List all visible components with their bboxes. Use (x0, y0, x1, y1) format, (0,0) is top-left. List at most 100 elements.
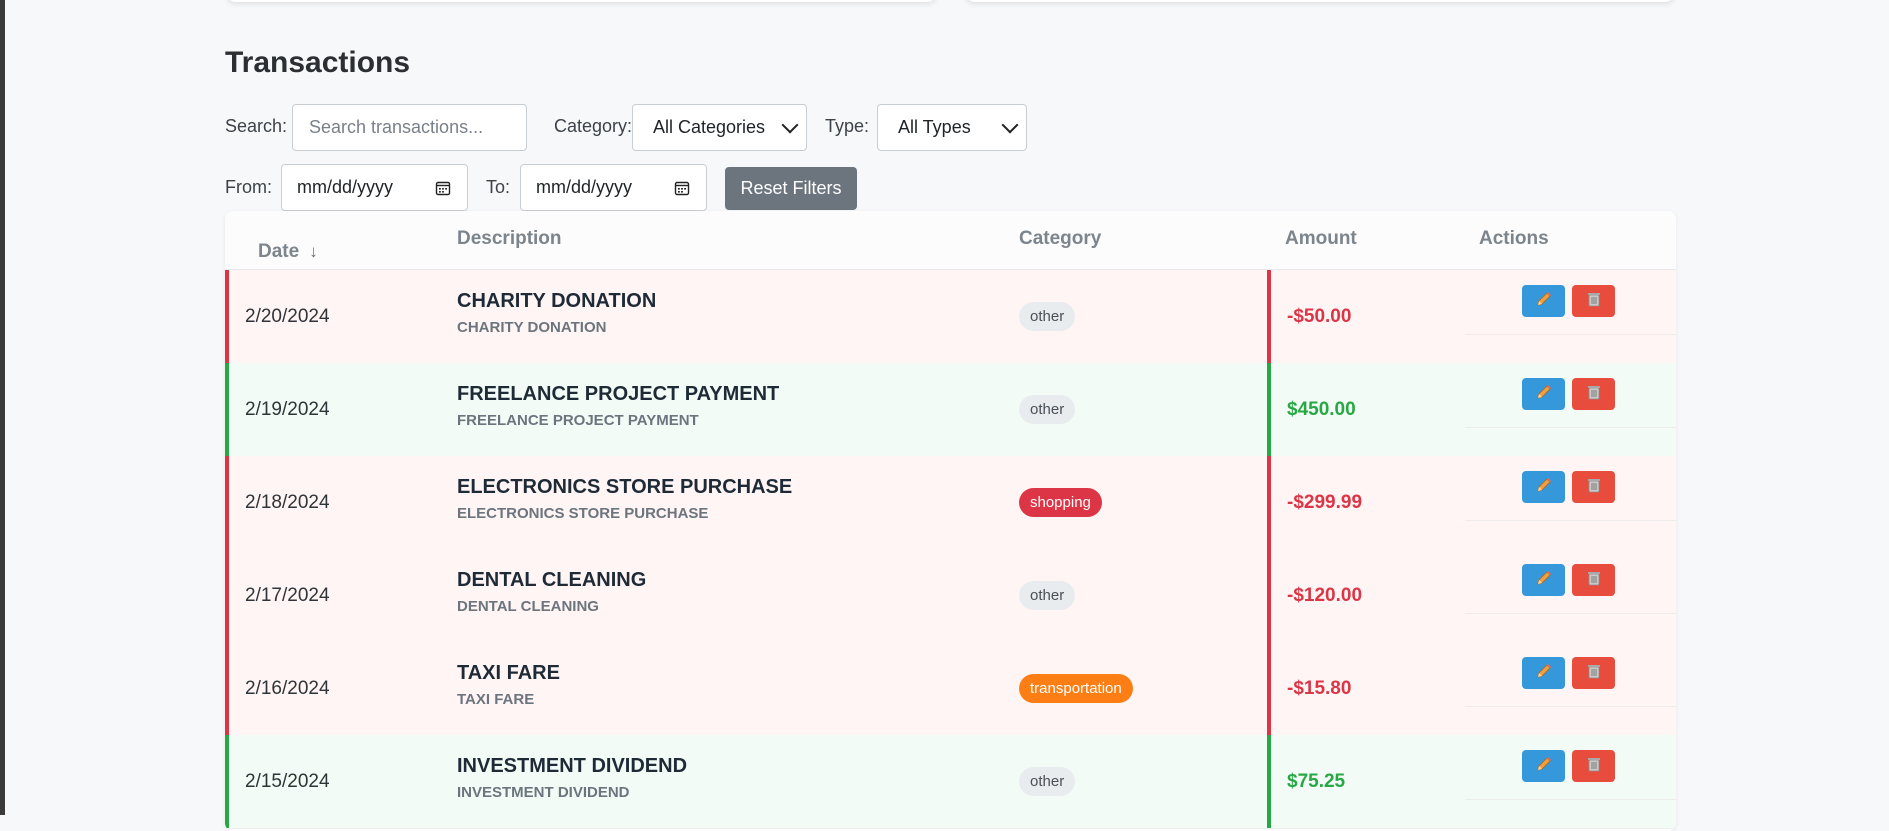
column-header-actions: Actions (1479, 228, 1549, 249)
amount-indicator (1267, 456, 1271, 549)
sort-descending-icon: ↓ (309, 241, 318, 261)
cell-amount: $450.00 (1287, 399, 1356, 420)
edit-button[interactable] (1522, 378, 1565, 410)
cell-description: FREELANCE PROJECT PAYMENT (457, 383, 780, 405)
row-type-indicator (225, 270, 229, 363)
category-badge: other (1019, 395, 1076, 424)
chevron-down-icon (781, 116, 799, 133)
pencil-icon (1535, 662, 1553, 685)
type-select-value: All Types (898, 117, 971, 137)
chevron-down-icon (1001, 116, 1019, 133)
amount-indicator (1267, 270, 1271, 363)
search-label: Search: (225, 116, 288, 136)
delete-button[interactable] (1572, 285, 1615, 317)
column-header-amount[interactable]: Amount (1285, 228, 1357, 250)
amount-indicator (1267, 363, 1271, 456)
category-badge: shopping (1019, 488, 1102, 517)
edit-button[interactable] (1522, 285, 1565, 317)
actions-divider (1465, 334, 1676, 335)
reset-filters-button[interactable]: Reset Filters (725, 167, 857, 210)
from-date-value: mm/dd/yyyy (297, 177, 394, 197)
table-header: Date ↓ Description Category Amount Action… (225, 211, 1676, 270)
cell-description-secondary: TAXI FARE (457, 691, 535, 708)
cell-amount: -$15.80 (1287, 678, 1352, 699)
cell-date: 2/17/2024 (245, 585, 330, 606)
cell-amount: -$50.00 (1287, 306, 1352, 327)
delete-button[interactable] (1572, 750, 1615, 782)
category-badge: transportation (1019, 674, 1133, 703)
amount-indicator (1267, 549, 1271, 642)
edit-button[interactable] (1522, 564, 1565, 596)
category-select-value: All Categories (653, 117, 766, 137)
trash-icon (1585, 290, 1603, 313)
table-row: 2/18/2024 ELECTRONICS STORE PURCHASE ELECT… (225, 456, 1676, 550)
row-type-indicator (225, 735, 229, 828)
actions-divider (1465, 520, 1676, 521)
summary-card-right (965, 0, 1675, 2)
cell-description: CHARITY DONATION (457, 290, 657, 312)
cell-description-secondary: CHARITY DONATION (457, 319, 607, 336)
actions-divider (1465, 613, 1676, 614)
category-badge: other (1019, 767, 1076, 796)
type-label: Type: (825, 116, 870, 136)
calendar-icon[interactable] (674, 180, 690, 196)
transactions-table: Date ↓ Description Category Amount Action… (225, 211, 1676, 831)
type-select[interactable]: All Types (877, 104, 1027, 151)
actions-divider (1465, 706, 1676, 707)
category-label: Category: (554, 116, 633, 136)
edit-button[interactable] (1522, 657, 1565, 689)
cell-date: 2/20/2024 (245, 306, 330, 327)
row-type-indicator (225, 549, 229, 642)
cell-date: 2/18/2024 (245, 492, 330, 513)
cell-date: 2/15/2024 (245, 771, 330, 792)
cell-description-secondary: ELECTRONICS STORE PURCHASE (457, 505, 709, 522)
table-row: 2/20/2024 CHARITY DONATION CHARITY DONATIO… (225, 270, 1676, 364)
table-row: 2/19/2024 FREELANCE PROJECT PAYMENT FREELA… (225, 363, 1676, 457)
trash-icon (1585, 383, 1603, 406)
cell-amount: -$299.99 (1287, 492, 1363, 513)
window-edge (0, 0, 5, 815)
actions-divider (1465, 427, 1676, 428)
cell-description: ELECTRONICS STORE PURCHASE (457, 476, 793, 498)
amount-indicator (1267, 735, 1271, 828)
row-type-indicator (225, 363, 229, 456)
calendar-icon[interactable] (435, 180, 451, 196)
delete-button[interactable] (1572, 471, 1615, 503)
category-badge: other (1019, 581, 1076, 610)
pencil-icon (1535, 383, 1553, 406)
trash-icon (1585, 662, 1603, 685)
delete-button[interactable] (1572, 657, 1615, 689)
summary-card-left (226, 0, 937, 2)
to-date-value: mm/dd/yyyy (536, 177, 633, 197)
trash-icon (1585, 476, 1603, 499)
pencil-icon (1535, 569, 1553, 592)
section-title: Transactions (225, 46, 411, 79)
edit-button[interactable] (1522, 750, 1565, 782)
pencil-icon (1535, 290, 1553, 313)
to-label: To: (486, 177, 511, 197)
cell-amount: -$120.00 (1287, 585, 1363, 606)
column-header-category[interactable]: Category (1019, 228, 1101, 250)
trash-icon (1585, 755, 1603, 778)
cell-description-secondary: DENTAL CLEANING (457, 598, 599, 615)
actions-divider (1465, 799, 1676, 800)
category-badge: other (1019, 302, 1076, 331)
cell-description: INVESTMENT DIVIDEND (457, 755, 688, 777)
column-header-description[interactable]: Description (457, 228, 562, 250)
column-header-date[interactable]: Date ↓ (243, 228, 334, 275)
from-date-input[interactable]: mm/dd/yyyy (281, 164, 468, 211)
to-date-input[interactable]: mm/dd/yyyy (520, 164, 707, 211)
cell-date: 2/19/2024 (245, 399, 330, 420)
delete-button[interactable] (1572, 378, 1615, 410)
trash-icon (1585, 569, 1603, 592)
from-label: From: (225, 177, 272, 197)
cell-description: TAXI FARE (457, 662, 560, 684)
search-input[interactable]: Search transactions... (292, 104, 527, 151)
edit-button[interactable] (1522, 471, 1565, 503)
cell-description-secondary: FREELANCE PROJECT PAYMENT (457, 412, 699, 429)
cell-description: DENTAL CLEANING (457, 569, 647, 591)
category-select[interactable]: All Categories (632, 104, 807, 151)
delete-button[interactable] (1572, 564, 1615, 596)
cell-description-secondary: INVESTMENT DIVIDEND (457, 784, 630, 801)
pencil-icon (1535, 755, 1553, 778)
